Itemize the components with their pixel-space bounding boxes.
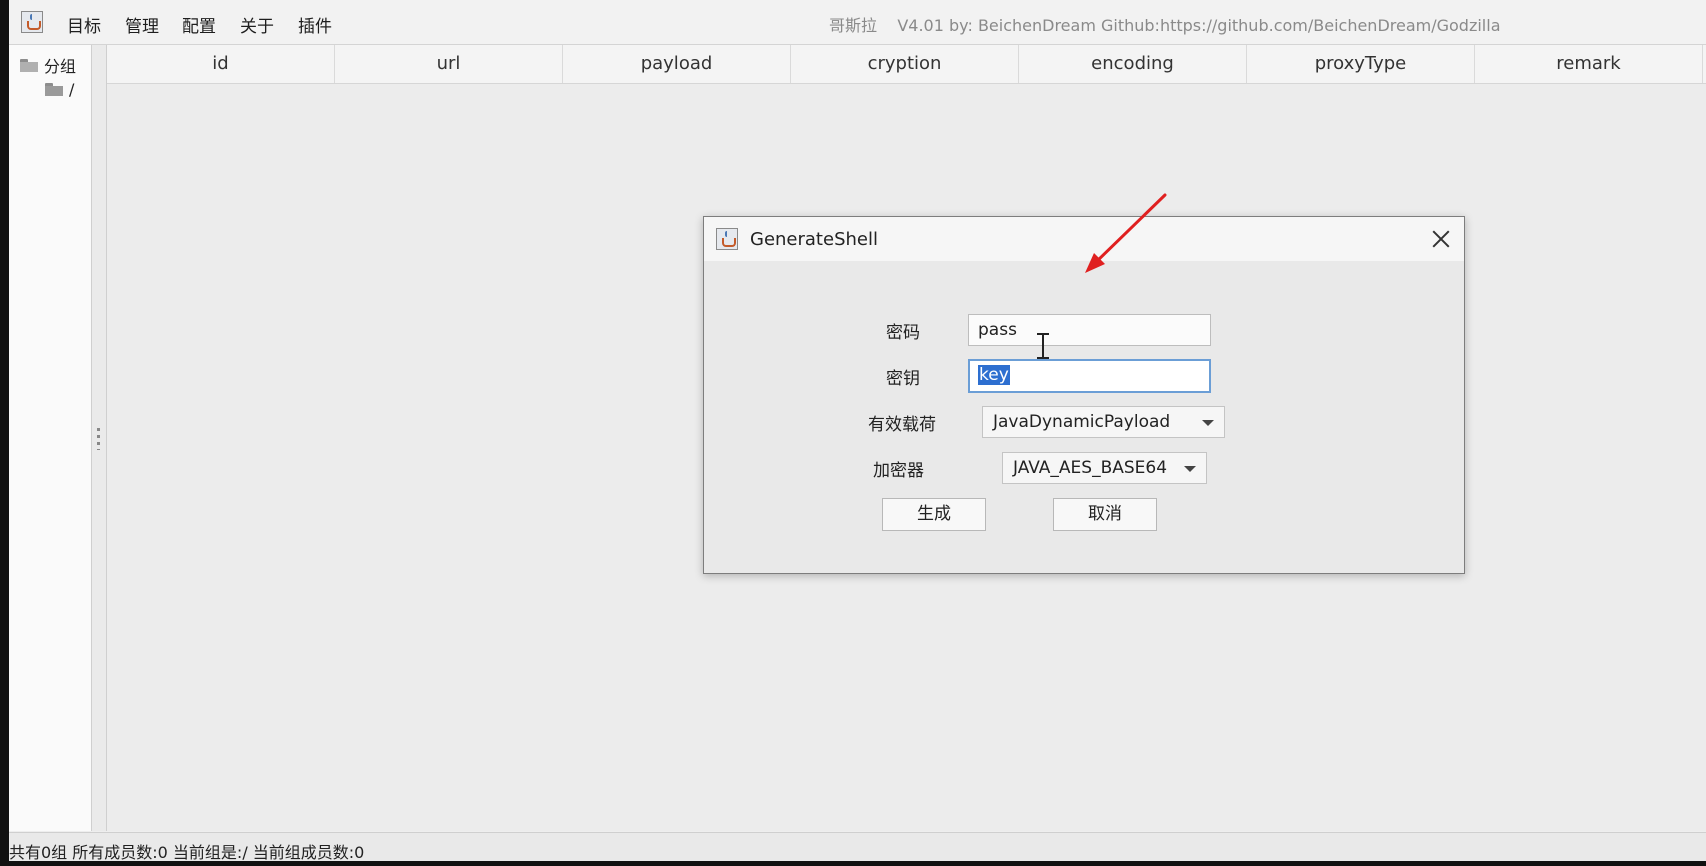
group-tree: 分组 / <box>9 45 92 831</box>
payload-label: 有效载荷 <box>868 415 936 435</box>
tree-node-root[interactable]: 分组 <box>20 53 76 77</box>
password-field[interactable]: pass <box>968 314 1211 346</box>
cryption-label: 加密器 <box>873 461 924 481</box>
column-header-proxytype[interactable]: proxyType <box>1247 45 1475 83</box>
cryption-select-value: JAVA_AES_BASE64 <box>1013 458 1168 478</box>
status-bar: 共有0组 所有成员数:0 当前组是:/ 当前组成员数:0 <box>9 832 1706 861</box>
key-field[interactable]: key <box>968 359 1211 393</box>
annotation-arrow <box>1085 193 1167 273</box>
tree-node-label: / <box>69 80 75 99</box>
table-header: id url payload cryption encoding proxyTy… <box>107 45 1706 84</box>
close-icon[interactable] <box>1430 228 1452 250</box>
tree-node-root-group[interactable]: / <box>45 80 74 99</box>
column-header-id[interactable]: id <box>107 45 335 83</box>
column-header-remark[interactable]: remark <box>1475 45 1703 83</box>
generate-button[interactable]: 生成 <box>882 498 986 531</box>
java-app-icon <box>21 11 43 33</box>
menu-manage[interactable]: 管理 <box>125 12 159 37</box>
menu-about[interactable]: 关于 <box>240 12 274 37</box>
folder-open-icon <box>20 58 38 72</box>
column-header-cryption[interactable]: cryption <box>791 45 1019 83</box>
dialog-title: GenerateShell <box>750 229 878 250</box>
key-field-selection: key <box>978 365 1010 385</box>
menu-config[interactable]: 配置 <box>182 12 216 37</box>
key-label: 密钥 <box>886 369 920 389</box>
column-header-payload[interactable]: payload <box>563 45 791 83</box>
dropdown-arrow-icon <box>1202 420 1214 426</box>
panel-splitter[interactable] <box>92 45 106 831</box>
menu-target[interactable]: 目标 <box>67 12 101 37</box>
window-title: 哥斯拉 V4.01 by: BeichenDream Github:https:… <box>829 16 1501 35</box>
menu-plugins[interactable]: 插件 <box>298 12 332 37</box>
text-cursor-icon <box>1037 333 1049 359</box>
folder-icon <box>45 83 63 96</box>
status-text: 共有0组 所有成员数:0 当前组是:/ 当前组成员数:0 <box>9 843 365 861</box>
payload-select-value: JavaDynamicPayload <box>993 412 1171 432</box>
cancel-button[interactable]: 取消 <box>1053 498 1157 531</box>
column-header-url[interactable]: url <box>335 45 563 83</box>
column-header-encoding[interactable]: encoding <box>1019 45 1247 83</box>
menu-bar: 目标 管理 配置 关于 插件 哥斯拉 V4.01 by: BeichenDrea… <box>9 0 1706 45</box>
splitter-grip-icon <box>97 428 100 450</box>
tree-node-label: 分组 <box>44 57 77 76</box>
dropdown-arrow-icon <box>1184 466 1196 472</box>
cryption-select[interactable]: JAVA_AES_BASE64 <box>1002 452 1207 484</box>
payload-select[interactable]: JavaDynamicPayload <box>982 406 1225 438</box>
java-app-icon <box>716 228 738 250</box>
password-label: 密码 <box>886 323 920 343</box>
